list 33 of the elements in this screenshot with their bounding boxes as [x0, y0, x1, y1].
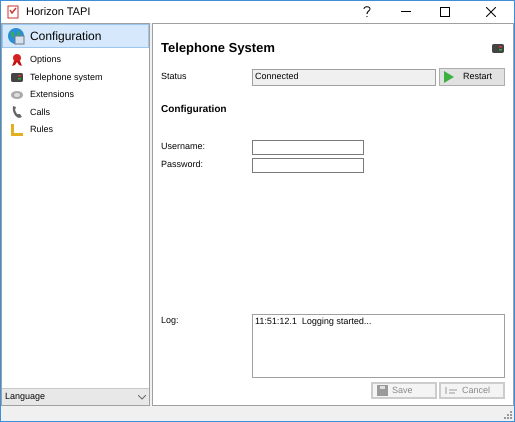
log-label: Log:: [161, 314, 180, 327]
language-dropdown[interactable]: Language: [2, 389, 149, 405]
section-heading: Configuration: [161, 102, 228, 116]
sidebar-item[interactable]: Rules: [2, 121, 149, 138]
sidebar-item[interactable]: Telephone system: [2, 68, 149, 86]
server-icon: [10, 70, 24, 84]
sidebar-item[interactable]: Calls: [2, 104, 149, 121]
floppy-icon: [377, 385, 388, 396]
help-icon: [362, 6, 372, 18]
maximize-icon: [440, 7, 450, 17]
log-line: 11:51:12.1 Logging started...: [255, 315, 372, 328]
restart-button[interactable]: Restart: [439, 68, 505, 86]
chevron-down-icon: [138, 394, 146, 400]
status-field: Connected: [252, 68, 436, 86]
ribbon-icon: [10, 52, 24, 67]
play-icon: [443, 71, 455, 83]
globe-icon: [6, 26, 26, 46]
sidebar-item[interactable]: Options: [2, 51, 149, 68]
input-field[interactable]: [252, 158, 364, 172]
ruler-icon: [10, 122, 24, 137]
sidebar-header[interactable]: Configuration: [2, 24, 149, 48]
panel-title: Telephone System: [161, 39, 275, 57]
field-label: Username:: [161, 140, 206, 154]
phone-icon: [10, 105, 24, 120]
resize-grip-icon: [504, 411, 512, 419]
close-icon: [486, 7, 496, 17]
field-label: Password:: [161, 158, 204, 172]
status-label: Status: [161, 70, 188, 84]
window-title: Horizon TAPI: [26, 4, 90, 20]
input-field[interactable]: [252, 140, 364, 154]
sidebar-item[interactable]: Extensions: [2, 86, 149, 104]
app-icon: [6, 5, 20, 19]
minimize-icon: [401, 11, 411, 13]
